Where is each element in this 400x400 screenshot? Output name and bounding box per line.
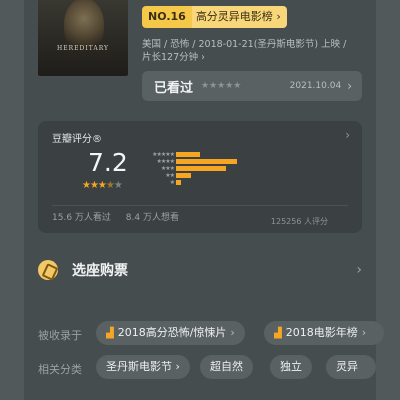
chevron-right-icon: › [345, 128, 350, 142]
rating-score: 7.2 [88, 148, 128, 177]
divider [52, 205, 348, 206]
dist-row: ★★ [138, 172, 328, 179]
meta-line-2: 片长127分钟 › [142, 52, 205, 63]
poster-figure [64, 0, 104, 50]
dist-bar [176, 166, 227, 171]
seen-label: 已看过 [154, 80, 194, 96]
dist-row: ★★★ [138, 165, 328, 172]
poster-title: HEREDITARY [57, 45, 109, 52]
dist-row: ★★★★★ [138, 151, 328, 158]
chevron-right-icon: › [356, 262, 362, 278]
movie-poster[interactable]: HEREDITARY [38, 0, 128, 76]
included-chip-yearlist[interactable]: ▟ 2018电影年榜 › [264, 321, 384, 345]
dist-stars: ★★★ [160, 165, 175, 172]
movie-meta[interactable]: 美国 / 恐怖 / 2018-01-21(圣丹斯电影节) 上映 / 片长127分… [142, 38, 362, 64]
category-label: 相关分类 [38, 363, 82, 376]
rank-badge[interactable]: NO.16 高分灵异电影榜 › [142, 6, 287, 28]
included-chip-horror[interactable]: ▟ 2018高分恐怖/惊悚片 › [96, 321, 245, 345]
rating-stars: ★★★★★ [82, 180, 123, 191]
user-rating-stars: ★★★★★ [201, 81, 242, 91]
seen-count: 15.6 万人看过 [52, 213, 111, 223]
douban-rating-card[interactable]: 豆瓣评分® › 7.2 ★★★★★ ★★★★★ ★★★★ ★★★ ★★ ★ 12… [38, 121, 362, 233]
buy-ticket-label: 选座购票 [72, 263, 128, 279]
seen-date: 2021.10.04 [289, 81, 342, 91]
rank-number: NO.16 [142, 6, 192, 28]
dist-row: ★★★★ [138, 158, 328, 165]
trophy-icon: ▟ [106, 328, 114, 339]
chevron-right-icon: › [347, 79, 352, 93]
dist-stars: ★★★★★ [152, 151, 175, 158]
dist-bar [176, 173, 192, 178]
rating-footer: 15.6 万人看过 8.4 万人想看 [52, 210, 191, 223]
rating-distribution: ★★★★★ ★★★★ ★★★ ★★ ★ 125256 人评分 [138, 151, 328, 226]
rating-count: 125256 人评分 [270, 217, 328, 226]
meta-line-1: 美国 / 恐怖 / 2018-01-21(圣丹斯电影节) 上映 / [142, 39, 347, 50]
rating-title: 豆瓣评分® [52, 134, 102, 145]
category-chip-sundance[interactable]: 圣丹斯电影节 › [96, 355, 190, 379]
category-chip-indie[interactable]: 独立 [270, 355, 312, 379]
category-chip-occult[interactable]: 灵异 [326, 355, 376, 379]
rank-list-name: 高分灵异电影榜 › [191, 6, 287, 28]
want-count: 8.4 万人想看 [125, 213, 179, 223]
dist-bar [176, 152, 201, 157]
buy-ticket-row[interactable]: 选座购票 › [38, 258, 362, 282]
ticket-icon [38, 260, 58, 280]
dist-bar [176, 159, 237, 164]
dist-stars: ★★★★ [156, 158, 175, 165]
category-chip-supernatural[interactable]: 超自然 [200, 355, 253, 379]
dist-stars: ★ [169, 179, 175, 186]
dist-stars: ★★ [165, 172, 175, 179]
seen-status-button[interactable]: 已看过 ★★★★★ 2021.10.04 › [142, 71, 362, 101]
trophy-icon: ▟ [274, 328, 282, 339]
included-label: 被收录于 [38, 329, 82, 342]
dist-bar [176, 180, 181, 185]
dist-row: ★ [138, 179, 328, 186]
